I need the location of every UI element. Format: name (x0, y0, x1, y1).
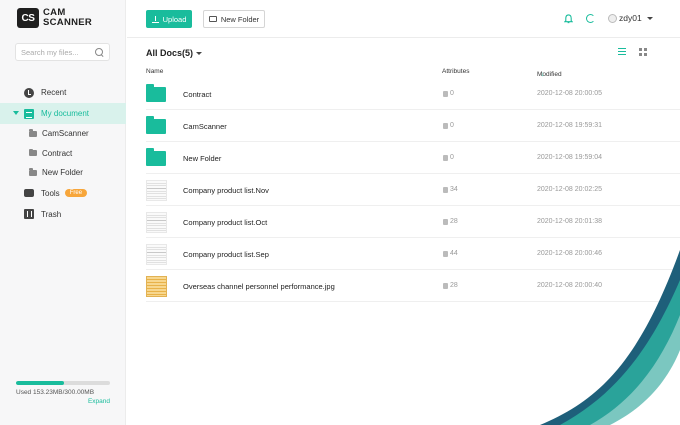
image-thumbnail[interactable] (146, 276, 167, 297)
sidebar-nav: Recent My document CamScanner Contract N… (0, 82, 126, 225)
sidebar-item-trash[interactable]: Trash (0, 204, 126, 225)
chevron-down-icon (196, 51, 203, 55)
file-modified: 2020-12-08 20:01:38 (537, 218, 602, 225)
page-count-icon (443, 218, 448, 225)
file-name[interactable]: Contract (183, 90, 211, 99)
folder-icon[interactable] (146, 116, 166, 134)
user-menu[interactable]: zdy01 (608, 13, 653, 23)
file-name[interactable]: Overseas channel personnel performance.j… (183, 282, 335, 291)
document-icon (24, 108, 34, 119)
file-list-panel: All Docs(5) Name Attributes Modified ↓ Co… (127, 39, 680, 425)
bell-icon[interactable] (564, 14, 573, 24)
sidebar-item-label: New Folder (42, 168, 83, 178)
page-count-icon (443, 154, 448, 161)
file-attributes: 0 (443, 122, 454, 129)
file-attributes: 34 (443, 186, 458, 193)
document-thumbnail[interactable] (146, 212, 167, 233)
top-toolbar: Upload New Folder zdy01 (127, 0, 680, 38)
expand-storage-link[interactable]: Expand (16, 398, 110, 405)
sidebar-item-label: My document (41, 109, 90, 118)
table-row[interactable]: New Folder 0 2020-12-08 19:59:04 (146, 142, 680, 174)
table-row[interactable]: Company product list.Oct 28 2020-12-08 20:… (146, 206, 680, 238)
chevron-down-icon (646, 16, 653, 20)
sidebar-item-contract[interactable]: Contract (0, 144, 126, 164)
search-icon[interactable] (95, 47, 104, 57)
file-modified: 2020-12-08 19:59:31 (537, 122, 602, 129)
file-attributes: 0 (443, 90, 454, 97)
file-name[interactable]: Company product list.Sep (183, 250, 269, 259)
page-count-icon (443, 186, 448, 193)
caret-down-icon[interactable] (13, 111, 19, 115)
file-attributes: 44 (443, 250, 458, 257)
document-thumbnail[interactable] (146, 244, 167, 265)
new-folder-button[interactable]: New Folder (203, 10, 265, 28)
file-name[interactable]: Company product list.Nov (183, 186, 269, 195)
file-attributes: 28 (443, 218, 458, 225)
page-count-icon (443, 122, 448, 129)
file-attributes: 28 (443, 282, 458, 289)
file-modified: 2020-12-08 20:00:46 (537, 250, 602, 257)
sidebar-item-label: Contract (42, 148, 73, 158)
sidebar-item-new-folder[interactable]: New Folder (0, 163, 126, 183)
new-folder-icon (208, 16, 217, 22)
file-modified: 2020-12-08 20:00:40 (537, 282, 602, 289)
file-rows: Contract 0 2020-12-08 20:00:05 CamScanner 0 2… (146, 78, 680, 302)
column-headers: Name Attributes Modified ↓ (146, 68, 562, 78)
table-row[interactable]: Company product list.Sep 44 2020-12-08 20:… (146, 238, 680, 270)
trash-icon (24, 209, 34, 219)
file-name[interactable]: CamScanner (183, 122, 227, 131)
file-attributes: 0 (443, 154, 454, 161)
search-box[interactable] (15, 43, 110, 61)
file-name[interactable]: Company product list.Oct (183, 218, 267, 227)
avatar (608, 13, 617, 23)
column-name[interactable]: Name (146, 68, 163, 75)
file-modified: 2020-12-08 20:02:25 (537, 186, 602, 193)
folder-icon[interactable] (146, 84, 166, 102)
page-count-icon (443, 250, 448, 257)
sidebar-item-label: CamScanner (42, 129, 89, 139)
file-modified: 2020-12-08 19:59:04 (537, 154, 602, 161)
folder-icon[interactable] (146, 148, 166, 166)
folder-icon (29, 148, 37, 157)
file-modified: 2020-12-08 20:00:05 (537, 90, 602, 97)
sidebar: CS CAM SCANNER Recent My document CamSca… (0, 0, 126, 425)
sync-icon[interactable] (586, 14, 595, 23)
storage-bar (16, 381, 110, 385)
folder-icon (29, 129, 37, 137)
free-badge: Free (64, 189, 88, 197)
folder-icon (29, 168, 37, 176)
sidebar-item-label: Trash (41, 209, 62, 219)
grid-view-icon[interactable] (639, 48, 647, 56)
storage-text: Used 153.23MB/300.00MB (16, 389, 95, 396)
storage-bar-fill (16, 381, 64, 385)
file-name[interactable]: New Folder (183, 154, 221, 163)
sidebar-item-camscanner[interactable]: CamScanner (0, 124, 126, 144)
table-row[interactable]: Contract 0 2020-12-08 20:00:05 (146, 78, 680, 110)
upload-icon (151, 15, 159, 23)
storage-usage: Used 153.23MB/300.00MB Expand (16, 381, 110, 405)
sidebar-item-recent[interactable]: Recent (0, 82, 126, 103)
upload-button[interactable]: Upload (146, 10, 192, 28)
logo-badge: CS (17, 8, 39, 28)
logo-text: CAM SCANNER (43, 7, 93, 28)
list-view-icon[interactable] (618, 48, 626, 55)
sort-down-icon[interactable]: ↓ (541, 71, 544, 78)
table-row[interactable]: CamScanner 0 2020-12-08 19:59:31 (146, 110, 680, 142)
page-count-icon (443, 282, 448, 289)
clock-icon (24, 87, 34, 98)
table-row[interactable]: Company product list.Nov 34 2020-12-08 20:… (146, 174, 680, 206)
table-row[interactable]: Overseas channel personnel performance.j… (146, 270, 680, 302)
all-docs-dropdown[interactable]: All Docs(5) (146, 48, 203, 58)
search-input[interactable] (21, 47, 93, 57)
page-count-icon (443, 90, 448, 97)
user-name: zdy01 (619, 13, 642, 23)
column-attributes[interactable]: Attributes (442, 68, 469, 75)
sidebar-item-label: Tools (41, 188, 60, 198)
sidebar-item-tools[interactable]: Tools Free (0, 183, 126, 204)
toolbox-icon (24, 189, 34, 197)
sidebar-item-my-document[interactable]: My document (0, 103, 126, 124)
document-thumbnail[interactable] (146, 180, 167, 201)
sidebar-item-label: Recent (41, 88, 67, 97)
camscanner-logo[interactable]: CS CAM SCANNER (17, 8, 92, 28)
